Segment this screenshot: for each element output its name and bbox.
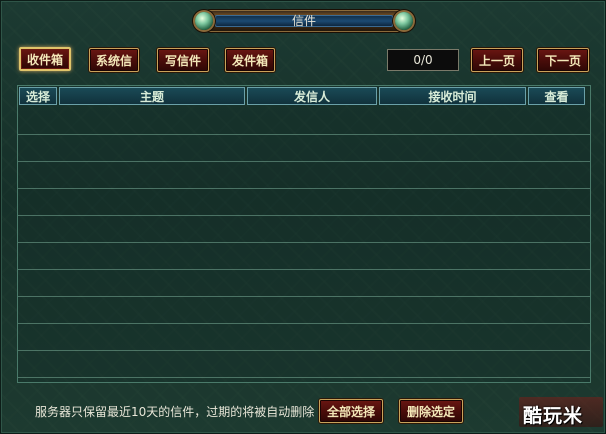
column-header-select: 选择: [19, 87, 57, 105]
column-header-sender: 发信人: [247, 87, 377, 105]
column-header-subject: 主题: [59, 87, 245, 105]
watermark-text: 酷玩米: [523, 405, 584, 427]
mail-window: 信件 收件箱 系统信 写信件 发件箱 0/0 上一页 下一页 选择 主题 发信人…: [0, 0, 606, 434]
table-row[interactable]: [18, 189, 590, 216]
table-row[interactable]: [18, 135, 590, 162]
table-header: 选择 主题 发信人 接收时间 查看: [18, 86, 590, 106]
window-title-plaque: 信件: [193, 7, 415, 35]
mail-table: 选择 主题 发信人 接收时间 查看: [17, 85, 591, 383]
table-row[interactable]: [18, 270, 590, 297]
table-row[interactable]: [18, 216, 590, 243]
site-watermark: 酷玩米: [519, 397, 605, 429]
table-body: [18, 108, 590, 378]
table-row[interactable]: [18, 162, 590, 189]
select-all-button[interactable]: 全部选择: [319, 399, 383, 423]
retention-notice: 服务器只保留最近10天的信件，过期的将被自动删除: [35, 405, 315, 419]
table-row[interactable]: [18, 297, 590, 324]
table-row[interactable]: [18, 108, 590, 135]
prev-page-button[interactable]: 上一页: [471, 48, 523, 72]
page-indicator: 0/0: [387, 49, 459, 71]
column-header-received-time: 接收时间: [379, 87, 526, 105]
tab-system-mail[interactable]: 系统信: [89, 48, 139, 72]
table-row[interactable]: [18, 243, 590, 270]
tab-compose[interactable]: 写信件: [157, 48, 209, 72]
tab-inbox[interactable]: 收件箱: [19, 47, 71, 71]
window-title: 信件: [291, 14, 316, 28]
table-row[interactable]: [18, 324, 590, 351]
next-page-button[interactable]: 下一页: [537, 48, 589, 72]
tab-outbox[interactable]: 发件箱: [225, 48, 275, 72]
delete-selected-button[interactable]: 删除选定: [399, 399, 463, 423]
column-header-view: 查看: [528, 87, 585, 105]
table-row[interactable]: [18, 351, 590, 378]
